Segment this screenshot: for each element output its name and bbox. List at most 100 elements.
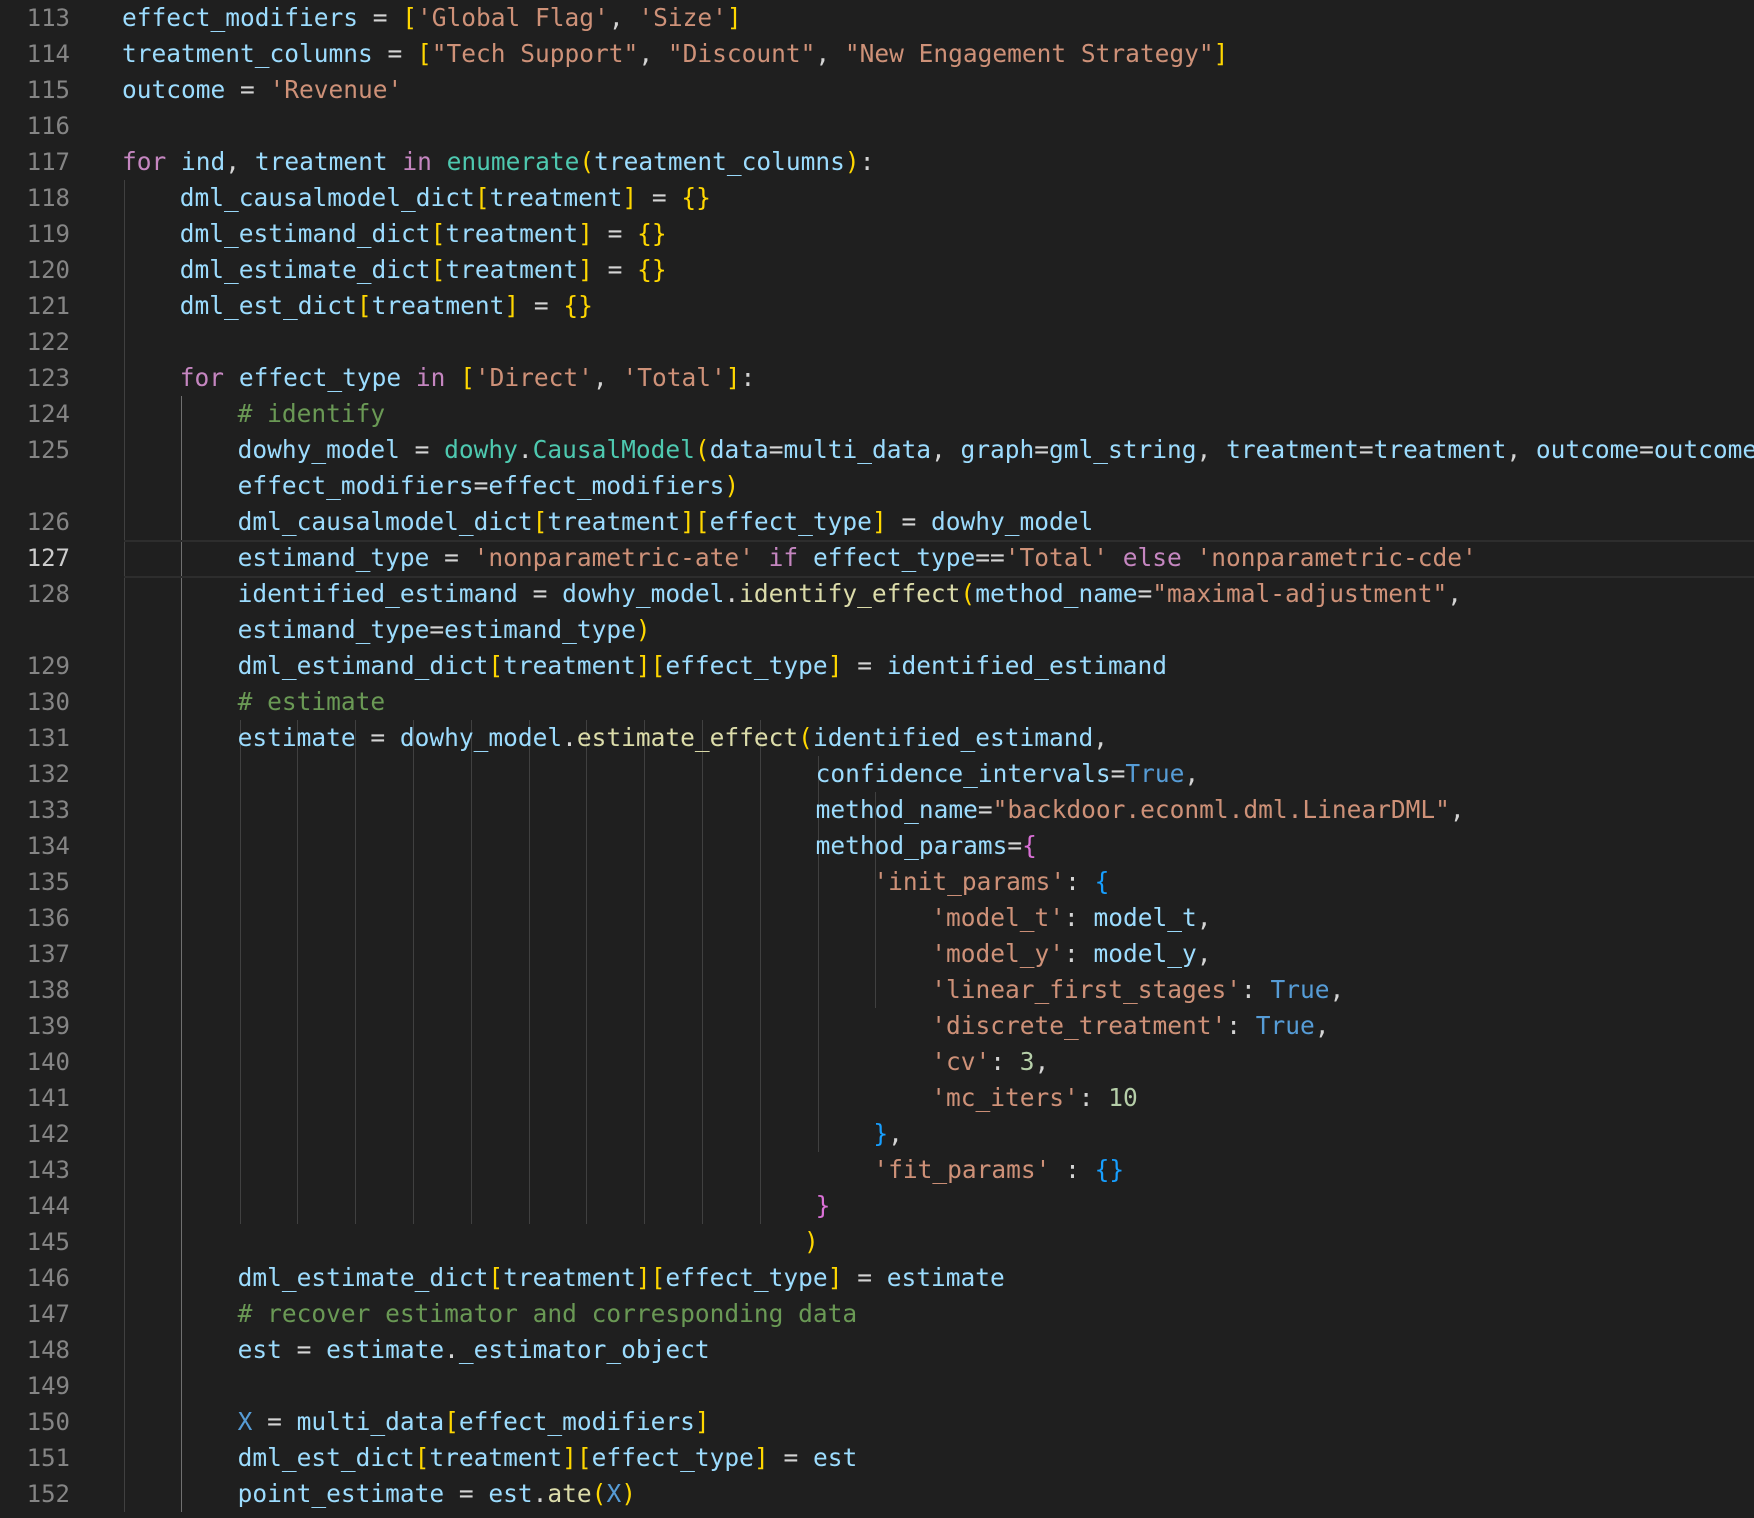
line-number[interactable]: 134 (0, 828, 70, 864)
line-number[interactable]: 152 (0, 1476, 70, 1512)
line-number[interactable]: 150 (0, 1404, 70, 1440)
line-number[interactable]: 142 (0, 1116, 70, 1152)
code-line[interactable]: 148 est = estimate._estimator_object (0, 1332, 1754, 1368)
line-number[interactable]: 143 (0, 1152, 70, 1188)
code-line[interactable]: 152 point_estimate = est.ate(X) (0, 1476, 1754, 1512)
line-code[interactable]: est = estimate._estimator_object (238, 1332, 710, 1368)
line-number[interactable]: 151 (0, 1440, 70, 1476)
line-number[interactable]: 119 (0, 216, 70, 252)
line-code[interactable]: effect_modifiers = ['Global Flag', 'Size… (122, 0, 742, 36)
code-line[interactable]: 135 'init_params': { (0, 864, 1754, 900)
code-line[interactable]: 137 'model_y': model_y, (0, 936, 1754, 972)
line-number[interactable]: 128 (0, 576, 70, 612)
line-number[interactable]: 139 (0, 1008, 70, 1044)
line-code[interactable]: effect_modifiers=effect_modifiers) (238, 468, 740, 504)
line-number[interactable]: 141 (0, 1080, 70, 1116)
line-code[interactable]: dml_estimate_dict[treatment] = {} (180, 252, 667, 288)
code-line[interactable]: 131 estimate = dowhy_model.estimate_effec… (0, 720, 1754, 756)
code-line[interactable]: 150 X = multi_data[effect_modifiers] (0, 1404, 1754, 1440)
line-number[interactable]: 132 (0, 756, 70, 792)
line-code[interactable]: dml_estimate_dict[treatment][effect_type… (238, 1260, 1005, 1296)
line-code[interactable]: estimand_type = 'nonparametric-ate' if e… (238, 540, 1477, 576)
code-line[interactable]: 116 (0, 108, 1754, 144)
line-number[interactable]: 121 (0, 288, 70, 324)
code-line[interactable]: 147 # recover estimator and corresponding… (0, 1296, 1754, 1332)
code-line[interactable]: 123 for effect_type in ['Direct', 'Total'… (0, 360, 1754, 396)
code-line[interactable]: 118 dml_causalmodel_dict[treatment] = {} (0, 180, 1754, 216)
line-number[interactable]: 123 (0, 360, 70, 396)
line-number[interactable]: 118 (0, 180, 70, 216)
code-line[interactable]: 130 # estimate (0, 684, 1754, 720)
line-code[interactable]: 'fit_params' : {} (873, 1152, 1124, 1188)
line-number[interactable]: 130 (0, 684, 70, 720)
line-code[interactable]: # recover estimator and corresponding da… (238, 1296, 858, 1332)
code-line[interactable]: 125 dowhy_model = dowhy.CausalModel(data=… (0, 432, 1754, 468)
line-number[interactable]: 117 (0, 144, 70, 180)
code-line[interactable]: 117 for ind, treatment in enumerate(treat… (0, 144, 1754, 180)
line-number[interactable]: 125 (0, 432, 70, 468)
code-line[interactable]: 139 'discrete_treatment': True, (0, 1008, 1754, 1044)
line-code[interactable]: identified_estimand = dowhy_model.identi… (238, 576, 1462, 612)
code-line[interactable]: 141 'mc_iters': 10 (0, 1080, 1754, 1116)
line-number[interactable]: 127 (0, 540, 70, 576)
line-number[interactable]: 149 (0, 1368, 70, 1404)
line-number[interactable]: 126 (0, 504, 70, 540)
code-line[interactable]: 136 'model_t': model_t, (0, 900, 1754, 936)
line-code[interactable]: dml_causalmodel_dict[treatment] = {} (180, 180, 711, 216)
code-line[interactable]: 134 method_params={ (0, 828, 1754, 864)
code-line[interactable]: 119 dml_estimand_dict[treatment] = {} (0, 216, 1754, 252)
line-number[interactable]: 122 (0, 324, 70, 360)
code-line[interactable]: 122 (0, 324, 1754, 360)
line-code[interactable]: 'init_params': { (873, 864, 1109, 900)
code-line[interactable]: effect_modifiers=effect_modifiers) (0, 468, 1754, 504)
code-line[interactable]: estimand_type=estimand_type) (0, 612, 1754, 648)
line-code[interactable]: 'model_t': model_t, (931, 900, 1211, 936)
line-number[interactable]: 133 (0, 792, 70, 828)
line-code[interactable]: dml_est_dict[treatment][effect_type] = e… (238, 1440, 858, 1476)
line-code[interactable]: 'model_y': model_y, (931, 936, 1211, 972)
code-line[interactable]: 113 effect_modifiers = ['Global Flag', 'S… (0, 0, 1754, 36)
line-code[interactable]: X = multi_data[effect_modifiers] (238, 1404, 710, 1440)
line-number[interactable]: 140 (0, 1044, 70, 1080)
code-line[interactable]: 120 dml_estimate_dict[treatment] = {} (0, 252, 1754, 288)
code-line[interactable]: 151 dml_est_dict[treatment][effect_type] … (0, 1440, 1754, 1476)
line-number[interactable]: 138 (0, 972, 70, 1008)
code-line[interactable]: 132 confidence_intervals=True, (0, 756, 1754, 792)
code-line[interactable]: 143 'fit_params' : {} (0, 1152, 1754, 1188)
line-code[interactable]: outcome = 'Revenue' (122, 72, 402, 108)
code-line[interactable]: 128 identified_estimand = dowhy_model.ide… (0, 576, 1754, 612)
line-number[interactable]: 144 (0, 1188, 70, 1224)
code-line[interactable]: 142}, (0, 1116, 1754, 1152)
line-number[interactable]: 114 (0, 36, 70, 72)
code-line[interactable]: 144} (0, 1188, 1754, 1224)
line-code[interactable]: estimand_type=estimand_type) (238, 612, 651, 648)
line-code[interactable]: 'mc_iters': 10 (931, 1080, 1138, 1116)
code-line[interactable]: 129 dml_estimand_dict[treatment][effect_t… (0, 648, 1754, 684)
code-line[interactable]: 149 (0, 1368, 1754, 1404)
line-number[interactable]: 145 (0, 1224, 70, 1260)
line-number[interactable]: 135 (0, 864, 70, 900)
line-code[interactable]: dowhy_model = dowhy.CausalModel(data=mul… (238, 432, 1754, 468)
code-line[interactable]: 124 # identify (0, 396, 1754, 432)
line-code[interactable]: }, (873, 1116, 903, 1152)
line-code[interactable]: ) (804, 1224, 819, 1260)
line-code[interactable]: 'discrete_treatment': True, (931, 1008, 1329, 1044)
line-code[interactable]: for effect_type in ['Direct', 'Total']: (180, 360, 755, 396)
line-code[interactable]: dml_estimand_dict[treatment] = {} (180, 216, 667, 252)
code-editor[interactable]: 113 effect_modifiers = ['Global Flag', 'S… (0, 0, 1754, 1518)
line-code[interactable]: } (816, 1188, 831, 1224)
line-code[interactable]: estimate = dowhy_model.estimate_effect(i… (238, 720, 1108, 756)
code-line[interactable]: 114 treatment_columns = ["Tech Support", … (0, 36, 1754, 72)
line-code[interactable]: for ind, treatment in enumerate(treatmen… (122, 144, 874, 180)
line-code[interactable]: dml_causalmodel_dict[treatment][effect_t… (238, 504, 1094, 540)
line-code[interactable]: treatment_columns = ["Tech Support", "Di… (122, 36, 1228, 72)
line-number[interactable]: 147 (0, 1296, 70, 1332)
line-number[interactable]: 115 (0, 72, 70, 108)
line-number[interactable]: 124 (0, 396, 70, 432)
code-line[interactable]: 127 estimand_type = 'nonparametric-ate' i… (0, 540, 1754, 578)
line-number[interactable]: 148 (0, 1332, 70, 1368)
line-number[interactable]: 146 (0, 1260, 70, 1296)
line-number[interactable]: 120 (0, 252, 70, 288)
code-line[interactable]: 126 dml_causalmodel_dict[treatment][effec… (0, 504, 1754, 540)
line-code[interactable]: confidence_intervals=True, (816, 756, 1200, 792)
